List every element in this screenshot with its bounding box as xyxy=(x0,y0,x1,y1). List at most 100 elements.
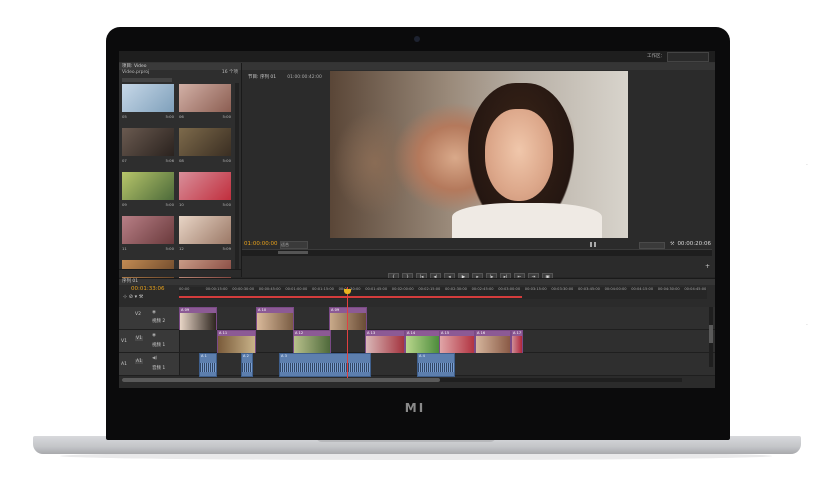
speaker-icon[interactable]: ◀) xyxy=(152,356,157,361)
clip-thumbnail xyxy=(294,336,330,353)
video-clip[interactable]: A 14 xyxy=(405,330,441,354)
clip-name: A 11 xyxy=(219,331,228,335)
snap-icon[interactable]: ⊹ xyxy=(123,294,127,300)
pause-icon[interactable] xyxy=(590,242,596,247)
thumbnail-duration: 5:00 xyxy=(165,246,174,251)
v1-clip-lane: A 11 A 12 A 13 A 14 A 15 A 16 A 17 xyxy=(179,330,709,354)
media-thumbnail[interactable]: 07 5:06 xyxy=(122,128,176,166)
source-patch-a1[interactable]: A1 xyxy=(121,362,127,367)
ruler-tick-label: 00:04:00:00 xyxy=(604,287,627,291)
project-panel: 项目: Video Video.prproj 16 个项 05 5:00 06 5:0… xyxy=(119,63,242,295)
timeline-h-scroll-thumb[interactable] xyxy=(122,378,440,382)
track-id-v2: V2 xyxy=(135,312,141,317)
media-thumbnail[interactable]: 10 5:00 xyxy=(179,172,233,210)
ruler-tick-label: 00:03:15:00 xyxy=(524,287,547,291)
thumbnail-label: 05 5:00 xyxy=(122,114,174,119)
ruler-tick-label: 00:00:30:00 xyxy=(232,287,255,291)
track-id-v1: V1 xyxy=(135,336,143,341)
video-clip[interactable]: A 13 xyxy=(365,330,405,354)
track-header-v1[interactable]: V1 V1 视频 1 ◉ xyxy=(119,330,180,352)
program-monitor: 节目: 序列 01 01:00:00:42:00 01:00:00:00 适合 … xyxy=(242,63,715,282)
link-icon[interactable]: ⊘ xyxy=(129,294,133,300)
audio-clip[interactable]: A 2 xyxy=(241,353,253,377)
clip-name: A 13 xyxy=(367,331,376,335)
video-clip[interactable]: A 09 xyxy=(329,307,367,331)
video-clip[interactable]: A 10 xyxy=(256,307,294,331)
track-v1: V1 V1 视频 1 ◉ A 11 A 12 A 13 A 14 A 15 A 16 A 1… xyxy=(119,330,715,354)
media-thumbnail[interactable]: 05 5:00 xyxy=(122,84,176,122)
v2-clip-lane: A 09 A 10 A 09 xyxy=(179,307,709,331)
audio-waveform xyxy=(280,362,370,372)
clip-name: A 14 xyxy=(407,331,416,335)
timeline-tab[interactable]: 序列 01 xyxy=(119,279,715,285)
clip-name: A 4 xyxy=(419,354,425,358)
monitor-tab-bar: 节目: 序列 01 01:00:00:42:00 xyxy=(242,63,715,80)
add-button[interactable]: + xyxy=(705,263,710,270)
workspace-select[interactable]: 效果 xyxy=(667,52,709,70)
ruler-tick-label: 00:00:15:00 xyxy=(205,287,228,291)
wrench-icon[interactable]: ⚒ xyxy=(670,241,674,247)
video-clip[interactable]: A 15 xyxy=(439,330,475,354)
audio-clip[interactable]: A 4 xyxy=(417,353,455,377)
thumbnail-name: 08 xyxy=(179,158,184,163)
ruler-zoom-handle[interactable] xyxy=(278,251,308,254)
thumbnail-name: 05 xyxy=(122,114,127,119)
video-subject-shirt xyxy=(452,203,602,238)
track-a1: A1 A1 音频 1 ◀) A 1 A 2 A 3 A 4 xyxy=(119,353,715,377)
clip-thumbnail xyxy=(512,336,522,353)
video-clip[interactable]: A 17 xyxy=(511,330,523,354)
marker-icon[interactable]: ▾ xyxy=(135,294,138,300)
playhead-line[interactable] xyxy=(347,287,348,379)
eye-icon[interactable]: ◉ xyxy=(152,333,156,338)
media-thumbnail[interactable]: 08 5:00 xyxy=(179,128,233,166)
playhead-timecode[interactable]: 01:00:00:00 xyxy=(244,241,278,247)
eye-icon[interactable]: ◉ xyxy=(152,310,156,315)
clip-name: A 2 xyxy=(243,354,249,358)
brand-logo: MI xyxy=(404,401,426,415)
monitor-ruler[interactable] xyxy=(242,249,712,256)
clip-name: A 09 xyxy=(331,308,340,312)
thumbnail-duration: 5:00 xyxy=(222,202,231,207)
thumbnail-image xyxy=(122,172,174,200)
track-header-v2[interactable]: V2 视频 2 ◉ xyxy=(119,307,180,329)
clip-thumbnail xyxy=(366,336,404,353)
work-area-bar[interactable] xyxy=(179,296,522,298)
source-patch-v1[interactable]: V1 xyxy=(121,339,127,344)
timeline-timecode[interactable]: 00:01:33:06 xyxy=(131,286,165,292)
timeline-v-scroll-thumb[interactable] xyxy=(709,325,713,343)
audio-clip[interactable]: A 1 xyxy=(199,353,217,377)
project-filename: Video.prproj xyxy=(122,70,150,75)
fit-dropdown[interactable]: 适合 xyxy=(280,241,308,249)
search-field[interactable] xyxy=(122,78,172,82)
video-clip[interactable]: A 12 xyxy=(293,330,331,354)
audio-clip[interactable]: A 3 xyxy=(279,353,371,377)
ruler-tick-label: 00:03:30:00 xyxy=(551,287,574,291)
quality-dropdown[interactable] xyxy=(639,242,665,249)
ruler-tick-label: 00:02:15:00 xyxy=(418,287,441,291)
playhead-handle[interactable] xyxy=(344,289,351,294)
thumbnail-label: 12 5:09 xyxy=(179,246,231,251)
project-scrollbar[interactable] xyxy=(235,83,239,271)
ruler-tick-label: 00:01:45:00 xyxy=(365,287,388,291)
video-clip[interactable]: A 09 xyxy=(179,307,217,331)
track-id-a1: A1 xyxy=(135,359,143,364)
ruler-tick-label: 00:04:45:00 xyxy=(684,287,707,291)
media-thumbnail[interactable]: 11 5:00 xyxy=(122,216,176,254)
clip-thumbnail xyxy=(218,336,255,353)
media-thumbnail[interactable]: 06 5:00 xyxy=(179,84,233,122)
monitor-tab[interactable]: 节目: 序列 01 xyxy=(242,75,276,80)
audio-waveform xyxy=(418,362,454,372)
thumbnail-name: 09 xyxy=(122,202,127,207)
video-clip[interactable]: A 16 xyxy=(475,330,511,354)
thumbnail-name: 10 xyxy=(179,202,184,207)
clip-name: A 15 xyxy=(441,331,450,335)
project-tab[interactable]: 项目: Video xyxy=(119,63,241,70)
video-clip[interactable]: A 11 xyxy=(217,330,256,354)
media-thumbnail[interactable]: 09 5:00 xyxy=(122,172,176,210)
ruler-tick-label: 00:00 xyxy=(179,287,190,291)
media-thumbnail[interactable]: 12 5:09 xyxy=(179,216,233,254)
wrench-icon[interactable]: ⚒ xyxy=(139,294,143,300)
track-header-a1[interactable]: A1 A1 音频 1 ◀) xyxy=(119,353,180,375)
video-subject-face xyxy=(485,109,553,201)
project-item-count: 16 个项 xyxy=(221,70,238,75)
